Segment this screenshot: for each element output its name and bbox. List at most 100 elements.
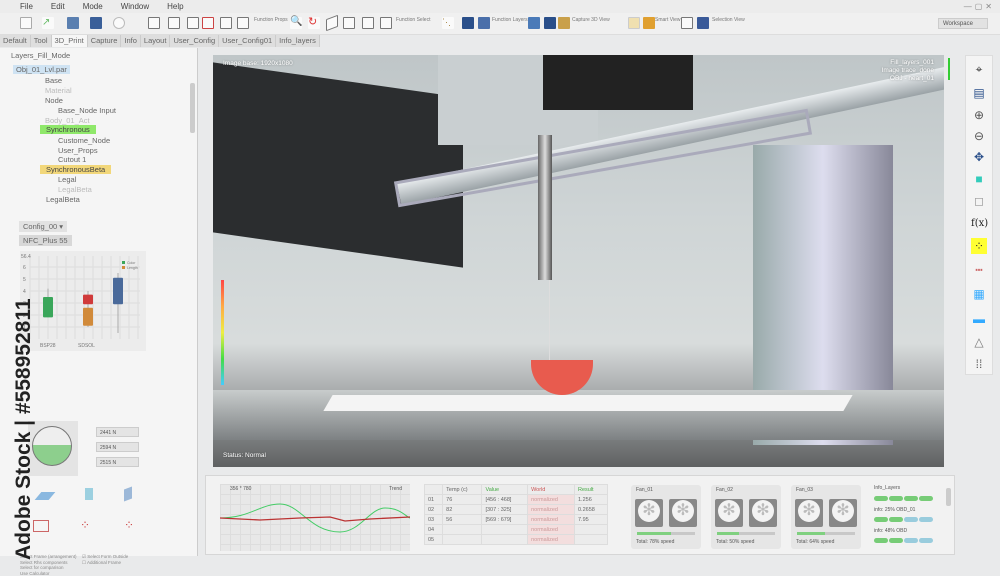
tree-item[interactable]: Material bbox=[45, 86, 72, 95]
plane-xy-icon[interactable] bbox=[35, 492, 56, 500]
minimize-button[interactable]: — bbox=[964, 2, 972, 11]
table-row[interactable]: 0356[569 : 679]normalized7.95 bbox=[425, 515, 608, 525]
table-row[interactable]: 0282[307 : 325]normalized0.2658 bbox=[425, 505, 608, 515]
target-icon[interactable] bbox=[362, 17, 374, 29]
open-icon[interactable]: ↗ bbox=[42, 17, 54, 29]
grid-dots-icon[interactable]: ⁞⁞ bbox=[971, 356, 987, 372]
nfc-button[interactable]: NFC_Plus 55 bbox=[19, 235, 72, 246]
selection2-icon[interactable] bbox=[697, 17, 709, 29]
tree-item[interactable]: Cutout 1 bbox=[58, 155, 86, 164]
tree-item[interactable]: Node bbox=[45, 96, 63, 105]
new-icon[interactable] bbox=[20, 17, 32, 29]
tab-default[interactable]: Default bbox=[0, 35, 31, 47]
menu-mode[interactable]: Mode bbox=[83, 2, 103, 11]
view3-icon[interactable] bbox=[558, 17, 570, 29]
tree-item[interactable]: Legal bbox=[58, 175, 76, 184]
tab-layout[interactable]: Layout bbox=[141, 35, 171, 47]
layers-icon[interactable] bbox=[478, 17, 490, 29]
ruler-icon[interactable]: ┅ bbox=[971, 262, 987, 278]
tab-3d-print[interactable]: 3D_Print bbox=[52, 35, 88, 47]
tree-item[interactable]: Base_Node Input bbox=[58, 106, 116, 115]
plane-xz-icon[interactable] bbox=[124, 487, 132, 502]
tree-item[interactable]: Custome_Node bbox=[58, 136, 110, 145]
table-row[interactable]: 0176[456 : 468]normalized1.256 bbox=[425, 495, 608, 505]
plane-yz-icon[interactable] bbox=[85, 488, 93, 500]
plane-icon[interactable] bbox=[326, 15, 338, 31]
select-icon[interactable] bbox=[380, 17, 392, 29]
move-icon[interactable]: ✥ bbox=[971, 149, 987, 165]
crosshair-icon[interactable]: ⌖ bbox=[971, 61, 987, 77]
layer-icon[interactable] bbox=[462, 17, 474, 29]
cube-icon[interactable]: ■ bbox=[971, 171, 987, 187]
settings-icon[interactable] bbox=[113, 17, 125, 29]
config-dropdown[interactable]: Config_00 ▾ bbox=[19, 221, 67, 232]
option[interactable]: Use Calculator bbox=[20, 571, 77, 576]
panel-icon[interactable]: ▤ bbox=[971, 85, 987, 101]
column-header[interactable]: Temp (c) bbox=[443, 485, 482, 495]
tree-item-synchronous-beta[interactable]: SynchronousBeta bbox=[40, 165, 111, 174]
diamond-points-icon[interactable]: ⁘ bbox=[80, 518, 90, 532]
tab-info-layers[interactable]: Info_layers bbox=[276, 35, 320, 47]
function-icon[interactable]: f(x) bbox=[971, 216, 987, 232]
zoom-in-icon[interactable]: ⊕ bbox=[971, 107, 987, 123]
tool-line2-icon[interactable] bbox=[168, 17, 180, 29]
tool-box2-icon[interactable] bbox=[237, 17, 249, 29]
save-icon[interactable] bbox=[90, 17, 102, 29]
cone-icon[interactable]: △ bbox=[971, 334, 987, 350]
maximize-button[interactable]: ▢ bbox=[975, 2, 983, 11]
smart-icon[interactable] bbox=[628, 17, 640, 29]
tree-item[interactable]: LegalBeta bbox=[58, 185, 92, 194]
tab-user-config01[interactable]: User_Config01 bbox=[219, 35, 276, 47]
menu-help[interactable]: Help bbox=[167, 2, 183, 11]
tool-check-icon[interactable] bbox=[187, 17, 199, 29]
option-checkbox[interactable]: ☐ Additional Frame bbox=[82, 560, 128, 566]
tab-info[interactable]: Info bbox=[121, 35, 141, 47]
tool-box-icon[interactable] bbox=[220, 17, 232, 29]
tab-user-config[interactable]: User_Config bbox=[170, 35, 219, 47]
diamond-points2-icon[interactable]: ⁘ bbox=[124, 518, 134, 532]
table-cell: 03 bbox=[425, 515, 443, 525]
column-header[interactable]: Value bbox=[482, 485, 528, 495]
table-row[interactable]: 05normalized bbox=[425, 535, 608, 545]
box-chart: 12345656.4BSP28SDSOLColorLength bbox=[20, 251, 146, 351]
tool-line-icon[interactable] bbox=[148, 17, 160, 29]
points-icon[interactable]: ⁘ bbox=[971, 238, 987, 254]
tree-item[interactable]: User_Props bbox=[58, 146, 98, 155]
tree-item[interactable]: LegalBeta bbox=[46, 195, 80, 204]
dots-icon[interactable]: ⋱ bbox=[442, 17, 454, 29]
menu-window[interactable]: Window bbox=[121, 2, 149, 11]
wire-cube-icon[interactable]: ◻ bbox=[971, 193, 987, 209]
smart2-icon[interactable] bbox=[643, 17, 655, 29]
force-spinner-1[interactable]: 2441 N bbox=[96, 427, 139, 437]
menu-file[interactable]: File bbox=[20, 2, 33, 11]
tool-points-icon[interactable] bbox=[202, 17, 214, 29]
zoom-icon[interactable]: 🔍 bbox=[290, 17, 302, 29]
tree-item[interactable]: Body_01_Act bbox=[45, 116, 90, 125]
view1-icon[interactable] bbox=[528, 17, 540, 29]
split-view-icon[interactable]: ▦ bbox=[971, 286, 987, 302]
info-layers-title: Info_Layers bbox=[874, 485, 942, 491]
tree-item-synchronous[interactable]: Synchronous bbox=[40, 125, 96, 134]
print-icon[interactable] bbox=[67, 17, 79, 29]
table-row[interactable]: 04normalized bbox=[425, 525, 608, 535]
close-button[interactable]: ✕ bbox=[985, 2, 992, 11]
view2-icon[interactable] bbox=[544, 17, 556, 29]
rect-icon[interactable] bbox=[343, 17, 355, 29]
tree-scrollbar[interactable] bbox=[190, 83, 195, 133]
force-spinner-2[interactable]: 2594 N bbox=[96, 442, 139, 452]
column-header[interactable]: World bbox=[528, 485, 575, 495]
tab-capture[interactable]: Capture bbox=[88, 35, 122, 47]
selection-icon[interactable] bbox=[681, 17, 693, 29]
tree-item[interactable]: Base bbox=[45, 76, 62, 85]
bottom-scrollbar[interactable] bbox=[946, 488, 951, 506]
menu-edit[interactable]: Edit bbox=[51, 2, 65, 11]
force-spinner-3[interactable]: 2515 N bbox=[96, 457, 139, 467]
tree-item-root[interactable]: Obj_01_Lvl.par bbox=[13, 65, 70, 74]
3d-viewport[interactable]: Image base: 1920x1080 Fill_layers_001Ima… bbox=[213, 55, 944, 467]
window-icon[interactable]: ▬ bbox=[971, 311, 987, 327]
rotate-icon[interactable]: ↻ bbox=[308, 17, 320, 29]
tab-tool[interactable]: Tool bbox=[31, 35, 52, 47]
zoom-out-icon[interactable]: ⊖ bbox=[971, 128, 987, 144]
workspace-dropdown[interactable]: Workspace bbox=[938, 18, 988, 29]
column-header[interactable]: Result bbox=[575, 485, 608, 495]
